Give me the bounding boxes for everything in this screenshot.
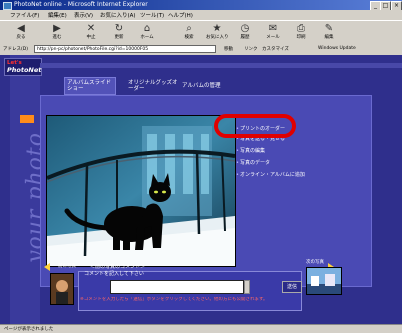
refresh-icon: ↻ (114, 23, 124, 34)
prev-photo-label[interactable]: 前の写真 (58, 263, 76, 269)
status-text: ページが表示されました (4, 327, 54, 332)
menu-favorites[interactable]: お気に入り(A) (100, 11, 136, 19)
toolbar: ◀ 戻る ▶ 進む ✕ 中止 ↻ 更新 ⌂ ホーム ⌕ 検索 ★ お気に入り ◷ 履歴 ✉ メール… (0, 20, 402, 46)
refresh-button[interactable]: ↻ 更新 (108, 23, 130, 40)
forward-arrow-icon: ▶ (53, 23, 61, 34)
cat-photo[interactable] (46, 115, 236, 267)
address-label: アドレス(D) (3, 47, 28, 52)
comment-textarea[interactable] (110, 280, 244, 294)
nav-comment-title: ＜前の写真のコメント＞ (90, 264, 146, 270)
favorites-button[interactable]: ★ お気に入り (206, 23, 229, 40)
orange-marker (20, 115, 34, 123)
history-button[interactable]: ◷ 履歴 (234, 23, 256, 40)
tab-slideshow[interactable]: アルバムスライドショー (64, 77, 116, 95)
comment-scrollbar[interactable] (244, 280, 250, 294)
print-icon: ⎙ (297, 23, 305, 34)
mail-icon: ✉ (268, 23, 278, 34)
browser-icon (3, 2, 12, 10)
side-link-add-album[interactable]: オンライン・アルバムに追加 (236, 171, 305, 178)
prev-photo-arrow-icon[interactable] (44, 263, 50, 271)
menubar: ファイル(F) 編集(E) 表示(V) お気に入り(A) ツール(T) ヘルプ(… (0, 10, 402, 20)
cat-photo-image (47, 116, 235, 266)
menu-view[interactable]: 表示(V) (74, 11, 93, 19)
window-titlebar: PhotoNet online - Microsoft Internet Exp… (0, 0, 402, 11)
edit-button[interactable]: ✎ 編集 (318, 23, 340, 40)
side-link-edit[interactable]: 写真の編集 (236, 147, 265, 154)
prev-photo-thumbnail[interactable] (50, 273, 74, 305)
site-logo[interactable]: Let's PhotoNet (4, 58, 42, 76)
next-photo-label[interactable]: 次の写真 (306, 259, 324, 265)
history-icon: ◷ (240, 23, 250, 34)
side-link-data[interactable]: 写真のデータ (236, 159, 270, 166)
url-input[interactable]: http://pn-pc/photonet/PhotoFile.cgi?id=1… (34, 45, 216, 53)
search-button[interactable]: ⌕ 検索 (178, 23, 200, 40)
home-icon: ⌂ (143, 23, 151, 34)
back-arrow-icon: ◀ (17, 23, 25, 34)
favorites-icon: ★ (212, 23, 222, 34)
web-page: your photo Let's PhotoNet アルバムスライドショー オリ… (0, 55, 402, 332)
window-title: PhotoNet online - Microsoft Internet Exp… (14, 1, 148, 8)
back-button[interactable]: ◀ 戻る (10, 23, 32, 40)
home-button[interactable]: ⌂ ホーム (136, 23, 158, 40)
comment-note: ※コメントを入力したら「送信」ボタンをクリックしてください。他の方にも公開されま… (80, 297, 268, 302)
print-button[interactable]: ⎙ 印刷 (290, 23, 312, 40)
forward-button[interactable]: ▶ 進む (46, 23, 68, 40)
menu-help[interactable]: ヘルプ(H) (168, 11, 193, 19)
next-photo-thumbnail[interactable] (306, 267, 342, 295)
highlight-ring (214, 114, 296, 138)
links-label[interactable]: リンク (244, 46, 258, 52)
header-bar (40, 63, 402, 68)
comment-label: コメントを記入して下さい (84, 271, 144, 277)
stop-button[interactable]: ✕ 中止 (80, 23, 102, 40)
left-panel: your photo (10, 55, 48, 332)
tab-bar: アルバムスライドショー オリジナルグッズオーダー アルバムの管理 (56, 77, 402, 97)
menu-tools[interactable]: ツール(T) (140, 11, 164, 19)
menu-file[interactable]: ファイル(F) (10, 11, 39, 19)
side-menu: プリントのオーダー 写真を送る・見せる 写真の編集 写真のデータ オンライン・ア… (220, 125, 370, 245)
stop-icon: ✕ (86, 23, 96, 34)
links-customize[interactable]: カスタマイズ (262, 46, 289, 52)
links-windows-update[interactable]: Windows Update (318, 46, 356, 51)
search-icon: ⌕ (186, 23, 192, 34)
send-button[interactable]: 送信 (282, 281, 302, 293)
edit-icon: ✎ (324, 23, 334, 34)
mail-button[interactable]: ✉ メール (262, 23, 284, 40)
menu-edit[interactable]: 編集(E) (48, 11, 67, 19)
go-button[interactable]: 移動 (224, 46, 233, 52)
